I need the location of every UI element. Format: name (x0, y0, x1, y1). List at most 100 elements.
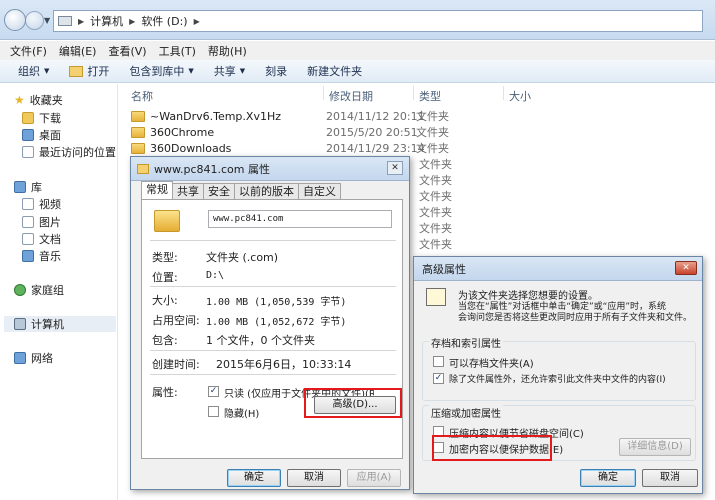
network-icon (14, 352, 26, 364)
divider (150, 240, 396, 241)
recent-pages-dropdown-icon[interactable]: ▼ (44, 16, 50, 25)
chevron-down-icon: ▼ (188, 67, 194, 75)
computer-icon (14, 318, 26, 330)
apply-button[interactable]: 应用(A) (347, 469, 401, 487)
menu-view[interactable]: 查看(V) (102, 43, 152, 59)
nav-homegroup[interactable]: 家庭组 (14, 282, 64, 298)
video-library-icon (22, 198, 34, 210)
divider (150, 350, 396, 351)
breadcrumb-separator-icon[interactable]: ▶ (78, 17, 84, 26)
downloads-folder-icon (22, 112, 34, 124)
open-folder-icon (69, 65, 84, 77)
archive-index-group: 存档和索引属性 可以存档文件夹(A) ✓ 除了文件属性外，还允许索引此文件夹中文… (422, 335, 696, 401)
group-title: 存档和索引属性 (429, 335, 503, 350)
menu-bar: 文件(F) 编辑(E) 查看(V) 工具(T) 帮助(H) (0, 41, 715, 60)
address-bar[interactable]: ▶ 计算机 ▶ 软件 (D:) ▶ (53, 10, 703, 32)
table-row[interactable]: ~WanDrv6.Temp.Xv1Hz 2014/11/12 20:11 文件夹 (131, 108, 449, 124)
attributes-label: 属性: (152, 386, 178, 399)
burn-button[interactable]: 刻录 (255, 63, 297, 79)
breadcrumb-separator-icon[interactable]: ▶ (129, 17, 135, 26)
file-type: 文件夹 (416, 142, 449, 155)
nav-documents[interactable]: 文档 (22, 231, 61, 247)
nav-favorites[interactable]: ★ 收藏夹 (14, 92, 63, 108)
folder-icon (131, 142, 145, 154)
tab-previous-versions[interactable]: 以前的版本 (234, 183, 299, 199)
menu-tools[interactable]: 工具(T) (153, 43, 202, 59)
index-label: 除了文件属性外，还允许索引此文件夹中文件的内容(I) (449, 375, 666, 385)
contains-label: 包含: (152, 334, 178, 347)
back-button[interactable] (4, 9, 26, 31)
advanced-title-bar[interactable]: 高级属性 (414, 257, 702, 281)
type-value: 文件夹 (.com) (206, 251, 279, 264)
breadcrumb-separator-icon[interactable]: ▶ (194, 17, 200, 26)
file-date: 2014/11/12 20:11 (326, 109, 425, 123)
menu-help[interactable]: 帮助(H) (202, 43, 253, 59)
close-icon[interactable]: ✕ (387, 161, 403, 175)
ok-button[interactable]: 确定 (580, 469, 636, 487)
drive-icon (58, 16, 72, 26)
folder-icon (137, 163, 149, 174)
folder-settings-icon (426, 288, 446, 306)
file-type: 文件夹 (416, 126, 449, 139)
properties-title-bar[interactable]: www.pc841.com 属性 (131, 157, 409, 181)
readonly-checkbox[interactable]: ✓ (208, 386, 219, 397)
nav-videos[interactable]: 视频 (22, 196, 61, 212)
location-label: 位置: (152, 271, 178, 284)
description-line: 会询问您是否将这些更改同时应用于所有子文件夹和文件。 (458, 313, 693, 323)
nav-music[interactable]: 音乐 (22, 248, 61, 264)
file-type: 文件夹 (419, 238, 452, 251)
tab-general[interactable]: 常规 (141, 181, 173, 199)
created-label: 创建时间: (152, 358, 200, 371)
divider (150, 286, 396, 287)
forward-button[interactable] (25, 11, 44, 30)
column-header-type[interactable]: 类型 (419, 88, 441, 104)
open-button[interactable]: 打开 (59, 63, 119, 79)
nav-network[interactable]: 网络 (14, 350, 53, 366)
column-header-date[interactable]: 修改日期 (329, 88, 373, 104)
column-header-name[interactable]: 名称 (131, 88, 153, 104)
hidden-checkbox[interactable] (208, 406, 219, 417)
close-icon[interactable]: ✕ (675, 261, 697, 275)
file-type: 文件夹 (419, 206, 452, 219)
homegroup-icon (14, 284, 26, 296)
share-button[interactable]: 共享 ▼ (204, 63, 255, 79)
breadcrumb-computer[interactable]: 计算机 (90, 13, 123, 29)
include-in-library-button[interactable]: 包含到库中 ▼ (119, 63, 203, 79)
folder-name-input[interactable]: www.pc841.com (208, 210, 392, 228)
column-divider[interactable] (323, 86, 324, 100)
column-divider[interactable] (413, 86, 414, 100)
menu-file[interactable]: 文件(F) (4, 43, 53, 59)
new-folder-button[interactable]: 新建文件夹 (297, 63, 372, 79)
nav-desktop[interactable]: 桌面 (22, 127, 61, 143)
table-row[interactable]: 360Downloads 2014/11/29 23:14 文件夹 (131, 140, 449, 156)
tab-sharing[interactable]: 共享 (172, 183, 204, 199)
nav-pictures[interactable]: 图片 (22, 214, 61, 230)
recent-places-icon (22, 146, 34, 158)
desktop-icon (22, 129, 34, 141)
cancel-button[interactable]: 取消 (287, 469, 341, 487)
music-library-icon (22, 250, 34, 262)
nav-recent-places[interactable]: 最近访问的位置 (22, 144, 116, 160)
location-value: D:\ (206, 270, 225, 281)
chevron-down-icon: ▼ (239, 67, 246, 75)
archive-checkbox[interactable] (433, 356, 444, 367)
ok-button[interactable]: 确定 (227, 469, 281, 487)
nav-libraries[interactable]: 库 (14, 179, 42, 195)
tab-customize[interactable]: 自定义 (298, 183, 341, 199)
file-type: 文件夹 (419, 174, 452, 187)
breadcrumb-drive-d[interactable]: 软件 (D:) (141, 13, 187, 29)
index-checkbox[interactable]: ✓ (433, 373, 444, 384)
details-button[interactable]: 详细信息(D) (619, 438, 691, 456)
tab-security[interactable]: 安全 (203, 183, 235, 199)
table-row[interactable]: 360Chrome 2015/5/20 20:51 文件夹 (131, 124, 449, 140)
organize-button[interactable]: 组织 ▼ (8, 63, 59, 79)
nav-computer[interactable]: 计算机 (4, 316, 116, 332)
folder-icon (154, 210, 180, 232)
cancel-button[interactable]: 取消 (642, 469, 698, 487)
file-name: 360Chrome (150, 125, 215, 139)
nav-downloads[interactable]: 下载 (22, 110, 61, 126)
column-divider[interactable] (503, 86, 504, 100)
menu-edit[interactable]: 编辑(E) (53, 43, 103, 59)
column-header-size[interactable]: 大小 (509, 88, 531, 104)
created-value: 2015年6月6日，10:33:14 (216, 358, 352, 371)
